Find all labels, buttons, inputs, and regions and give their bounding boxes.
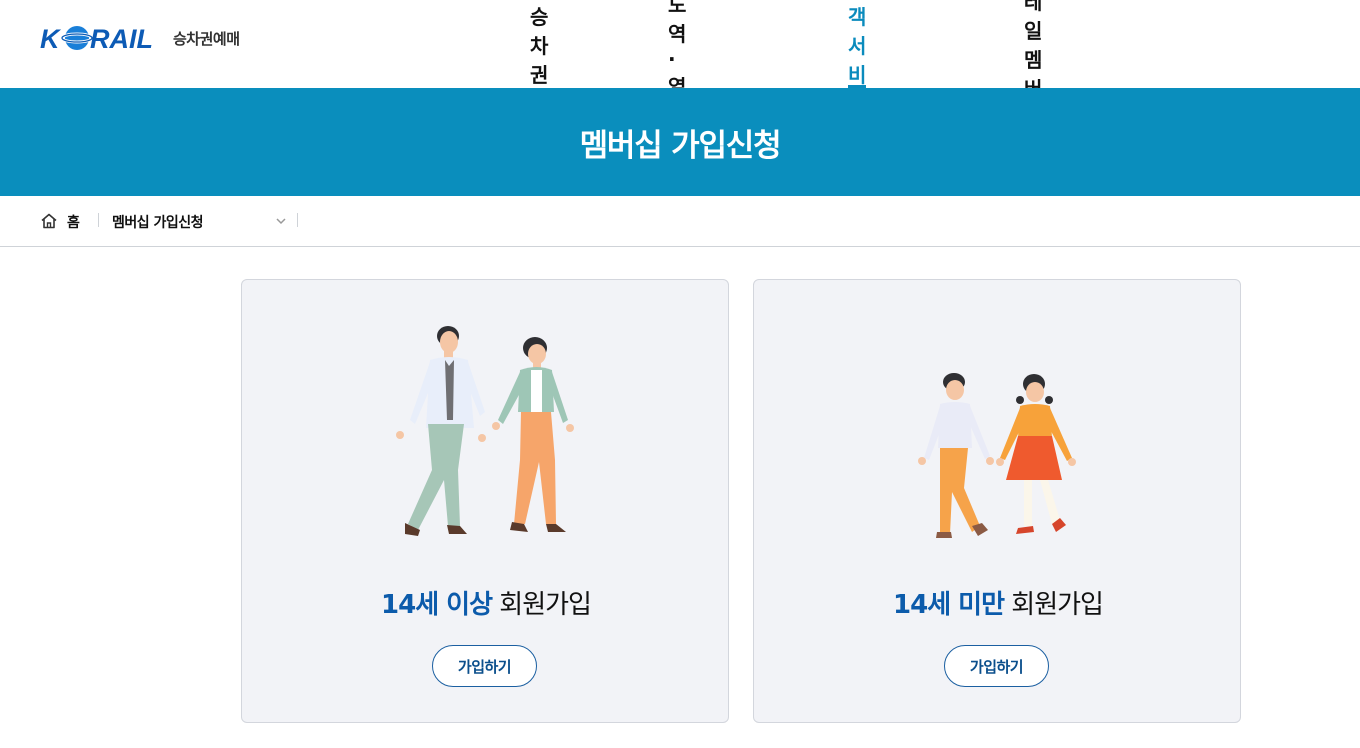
- adult-card-title: 14세 이상 회원가입: [242, 584, 730, 621]
- child-membership-card: 14세 미만 회원가입 가입하기: [753, 279, 1241, 723]
- breadcrumb-divider: [297, 213, 298, 227]
- korail-logo-icon: K RAIL: [40, 22, 165, 54]
- child-join-button[interactable]: 가입하기: [944, 645, 1049, 687]
- korail-logo[interactable]: K RAIL 승차권예매: [40, 22, 240, 54]
- svg-text:RAIL: RAIL: [90, 24, 153, 52]
- logo-subtitle: 승차권예매: [173, 29, 240, 48]
- nav-stations-trains[interactable]: 철도역·열차: [668, 0, 686, 128]
- page-banner: 멤버십 가입신청: [0, 88, 1360, 196]
- breadcrumb-divider: [98, 213, 99, 227]
- breadcrumb-current-select[interactable]: 멤버십 가입신청: [112, 212, 296, 232]
- adult-title-rest: 회원가입: [492, 590, 592, 620]
- breadcrumb: 홈 멤버십 가입신청: [0, 196, 1360, 247]
- adult-join-button[interactable]: 가입하기: [432, 645, 537, 687]
- svg-text:K: K: [40, 24, 62, 52]
- child-card-title: 14세 미만 회원가입: [754, 584, 1242, 621]
- page-title: 멤버십 가입신청: [579, 127, 782, 164]
- home-icon[interactable]: [40, 212, 58, 230]
- adult-membership-card: 14세 이상 회원가입 가입하기: [241, 279, 729, 723]
- chevron-down-icon: [276, 218, 286, 225]
- site-header: K RAIL 승차권예매 승차권 철도역·열차 고객서비스 코레일멤버십: [0, 0, 1360, 130]
- breadcrumb-current-label: 멤버십 가입신청: [112, 215, 204, 231]
- nav-customer-service[interactable]: 고객서비스: [848, 0, 866, 116]
- nav-ticket[interactable]: 승차권: [530, 0, 548, 88]
- adult-age-label: 14세 이상: [381, 590, 493, 620]
- breadcrumb-home[interactable]: 홈: [67, 212, 80, 232]
- child-title-rest: 회원가입: [1004, 590, 1104, 620]
- children-illustration: [918, 373, 1076, 538]
- nav-korail-membership[interactable]: 코레일멤버십: [1024, 0, 1042, 130]
- child-age-label: 14세 미만: [893, 590, 1005, 620]
- adult-couple-illustration: [396, 326, 574, 536]
